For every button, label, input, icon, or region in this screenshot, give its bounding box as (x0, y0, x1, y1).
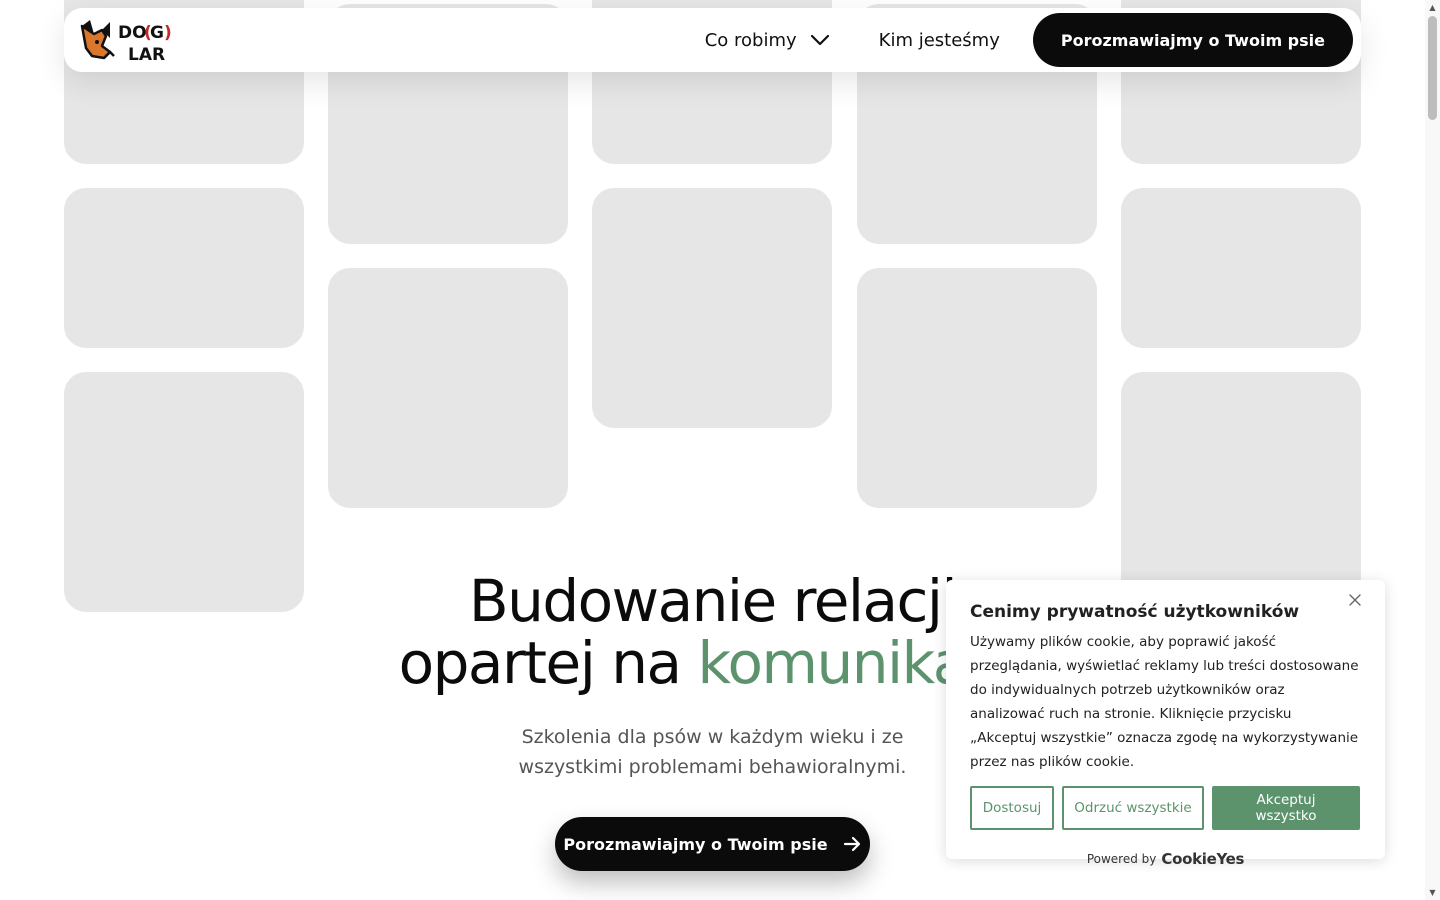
cookie-banner: Cenimy prywatność użytkowników Używamy p… (946, 580, 1385, 868)
close-icon[interactable] (1345, 590, 1365, 610)
cookieyes-brand[interactable]: CookieYes (1161, 850, 1244, 868)
cookie-title: Cenimy prywatność użytkowników (970, 602, 1300, 622)
nav-about-label: Kim jesteśmy (878, 29, 1000, 51)
cookie-powered-by: Powered by CookieYes (970, 850, 1361, 868)
svg-text:LAR: LAR (128, 45, 165, 64)
powered-by-label: Powered by (1086, 852, 1157, 866)
gallery-tile (592, 188, 832, 428)
svg-text:DO: DO (118, 23, 147, 43)
hero-contact-button[interactable]: Porozmawiajmy o Twoim psie (555, 817, 870, 871)
gallery-tile (328, 268, 568, 508)
hero-title-line1: Budowanie relacji (468, 567, 958, 635)
nav-contact-button[interactable]: Porozmawiajmy o Twoim psie (1032, 13, 1353, 67)
cookie-actions: Dostosuj Odrzuć wszystkie Akceptuj wszys… (970, 786, 1361, 830)
brand-logo[interactable]: DO ( G ) LAR (80, 16, 178, 64)
svg-text:): ) (164, 23, 172, 43)
cookie-description: Używamy plików cookie, aby poprawić jako… (970, 634, 1359, 770)
hero-title-line2: opartej na (398, 629, 698, 697)
nav-about-link[interactable]: Kim jesteśmy (879, 30, 1000, 51)
gallery-tile (857, 268, 1097, 508)
nav-services-dropdown[interactable]: Co robimy (705, 29, 831, 51)
arrow-right-icon (842, 834, 862, 854)
gallery-tile (64, 188, 304, 348)
svg-text:G: G (150, 23, 164, 43)
scroll-down-icon[interactable]: ▼ (1425, 885, 1440, 900)
top-navbar: DO ( G ) LAR Co robimy Kim jesteśmy Poro… (64, 8, 1361, 72)
nav-links: Co robimy Kim jesteśmy Porozmawiajmy o T… (705, 13, 1353, 67)
scrollbar-thumb[interactable] (1428, 16, 1437, 120)
cookie-reject-button[interactable]: Odrzuć wszystkie (1062, 786, 1204, 830)
gallery-tile (1121, 188, 1361, 348)
cookie-accept-button[interactable]: Akceptuj wszystko (1212, 786, 1360, 830)
chevron-down-icon (809, 29, 831, 51)
cookie-customize-button[interactable]: Dostosuj (970, 786, 1054, 830)
hero-cta-label: Porozmawiajmy o Twoim psie (563, 834, 828, 854)
scroll-up-icon[interactable]: ▲ (1425, 0, 1440, 15)
page-scrollbar[interactable]: ▲ ▼ (1425, 0, 1440, 900)
nav-services-label: Co robimy (704, 29, 797, 51)
dog-logo-icon: DO ( G ) LAR (80, 20, 172, 64)
